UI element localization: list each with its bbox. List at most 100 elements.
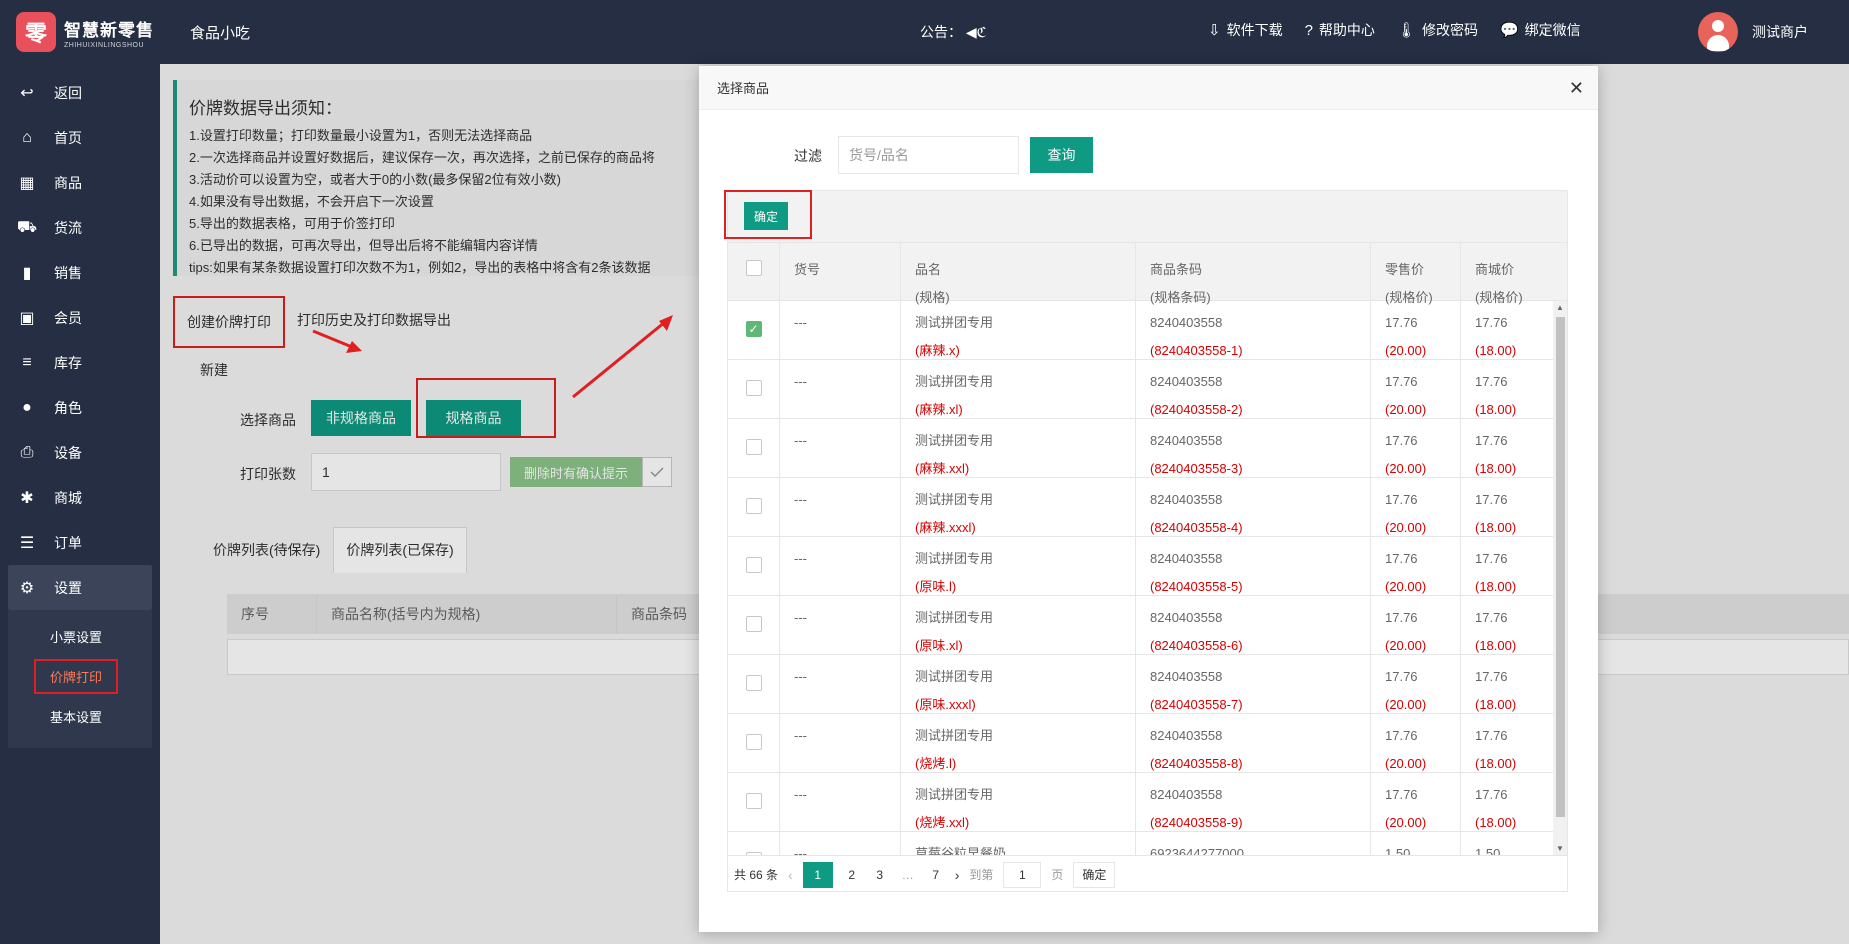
thermometer-icon: 🌡 — [1396, 22, 1416, 39]
table-row[interactable]: --- 测试拼团专用 (麻辣.xxl) 8240403558 (8240403558-3… — [728, 419, 1567, 478]
table-row[interactable]: --- 测试拼团专用 (烧烤.xxl) 8240403558 (8240403558-9… — [728, 773, 1567, 832]
page-2[interactable]: 2 — [843, 868, 861, 882]
goto-page-input[interactable]: 1 — [1003, 861, 1042, 888]
logo[interactable]: 零 智慧新零售 ZHIHUIXINLINGSHOU — [16, 12, 154, 52]
logo-subtitle: ZHIHUIXINLINGSHOU — [64, 41, 145, 49]
select-goods-modal: 选择商品 ✕ 过滤 货号/品名 查询 确定 货号 品名 (规格) 商品条码 (规格条… — [699, 66, 1598, 932]
sidebar-item-roles[interactable]: ● 角色 — [0, 385, 160, 430]
row-checkbox-cell — [728, 360, 780, 418]
speaker-icon: ◀ℭ — [965, 24, 987, 40]
change-password-link[interactable]: 🌡 修改密码 — [1397, 20, 1478, 40]
cell-name: 草莓谷粒早餐奶 — [901, 832, 1136, 855]
back-icon: ↩ — [20, 84, 34, 102]
scroll-thumb[interactable] — [1556, 317, 1565, 817]
table-row[interactable]: --- 测试拼团专用 (原味.xxxl) 8240403558 (8240403558-… — [728, 655, 1567, 714]
download-link[interactable]: ⇩ 软件下载 — [1208, 20, 1283, 40]
sidebar-item-members[interactable]: ▣ 会员 — [0, 295, 160, 340]
settings-submenu: 小票设置 价牌打印 基本设置 — [8, 610, 152, 748]
table-row[interactable]: --- 草莓谷粒早餐奶 6923644277000 1.50 1.50 — [728, 832, 1567, 855]
cell-name: 测试拼团专用 (原味.xxxl) — [901, 655, 1136, 713]
submenu-receipt-settings[interactable]: 小票设置 — [8, 616, 152, 656]
row-checkbox-cell — [728, 478, 780, 536]
sidebar-item-settings[interactable]: ⚙ 设置 — [8, 565, 152, 610]
scroll-down-icon[interactable]: ▼ — [1556, 844, 1564, 853]
user-menu[interactable]: 测试商户 — [1698, 12, 1808, 52]
home-icon: ⌂ — [22, 128, 32, 146]
table-row[interactable]: --- 测试拼团专用 (原味.l) 8240403558 (8240403558-5) 1… — [728, 537, 1567, 596]
sidebar-item-back[interactable]: ↩ 返回 — [0, 70, 160, 115]
bind-wechat-label: 绑定微信 — [1524, 22, 1581, 38]
table-scrollbar[interactable]: ▲ ▼ — [1553, 301, 1567, 855]
sidebar-item-logistics[interactable]: ⛟ 货流 — [0, 205, 160, 250]
sidebar-item-home[interactable]: ⌂ 首页 — [0, 115, 160, 160]
table-row[interactable]: --- 测试拼团专用 (麻辣.xl) 8240403558 (8240403558-2)… — [728, 360, 1567, 419]
table-row[interactable]: --- 测试拼团专用 (原味.xl) 8240403558 (8240403558-6)… — [728, 596, 1567, 655]
modal-title: 选择商品 — [717, 81, 770, 96]
sidebar-item-label: 返回 — [54, 84, 82, 101]
cell-code: --- — [780, 832, 901, 855]
query-button[interactable]: 查询 — [1030, 137, 1093, 173]
submenu-price-tag-print[interactable]: 价牌打印 — [8, 656, 152, 696]
row-checkbox[interactable] — [745, 793, 762, 809]
row-checkbox[interactable] — [745, 439, 762, 455]
row-checkbox[interactable] — [745, 498, 762, 514]
sidebar-item-label: 货流 — [54, 219, 82, 236]
sidebar-item-devices[interactable]: ⎙ 设备 — [0, 430, 160, 475]
cell-mall-price: 17.76 (18.00) — [1475, 433, 1517, 476]
cell-retail-price: 17.76 (20.00) — [1371, 537, 1461, 595]
cell-mall-price: 17.76 (18.00) — [1475, 374, 1517, 417]
table-row[interactable]: --- 测试拼团专用 (麻辣.xxxl) 8240403558 (8240403558-… — [728, 478, 1567, 537]
cell-retail-price: 17.76 (20.00) — [1371, 714, 1461, 772]
row-checkbox[interactable] — [745, 616, 762, 632]
confirm-button[interactable]: 确定 — [744, 202, 788, 230]
help-link[interactable]: ? 帮助中心 — [1305, 20, 1375, 40]
submenu-basic-settings[interactable]: 基本设置 — [8, 696, 152, 736]
filter-input[interactable]: 货号/品名 — [838, 136, 1019, 174]
cell-retail-price: 17.76 (20.00) — [1371, 478, 1461, 536]
cell-barcode: 8240403558 (8240403558-5) — [1136, 537, 1371, 595]
scroll-up-icon[interactable]: ▲ — [1556, 303, 1564, 312]
top-bar: 零 智慧新零售 ZHIHUIXINLINGSHOU 食品小吃 公告： ◀ℭ ⇩ … — [0, 0, 1849, 64]
prev-page-icon[interactable]: ‹ — [788, 867, 793, 883]
download-label: 软件下载 — [1226, 22, 1283, 38]
row-checkbox[interactable] — [745, 380, 762, 396]
cell-name: 测试拼团专用 (麻辣.x) — [901, 301, 1136, 359]
row-checkbox[interactable] — [745, 557, 762, 573]
cell-code: --- — [780, 478, 901, 536]
goto-button[interactable]: 确定 — [1073, 861, 1116, 888]
next-page-icon[interactable]: › — [955, 867, 960, 883]
table-row[interactable]: ✓ --- 测试拼团专用 (麻辣.x) 8240403558 (8240403558-1)… — [728, 301, 1567, 360]
row-checkbox[interactable]: ✓ — [745, 321, 762, 337]
cell-code: --- — [780, 596, 901, 654]
page-7[interactable]: 7 — [927, 868, 945, 882]
bind-wechat-link[interactable]: 💬 绑定微信 — [1500, 20, 1581, 40]
row-checkbox[interactable] — [745, 675, 762, 691]
cell-name: 测试拼团专用 (麻辣.xxxl) — [901, 478, 1136, 536]
page-3[interactable]: 3 — [871, 868, 889, 882]
page-1[interactable]: 1 — [802, 861, 833, 888]
sidebar: ↩ 返回 ⌂ 首页 ▦ 商品 ⛟ 货流 ▮ 销售 ▣ 会员 ≡ 库存 ● 角色 ⎙ 设备 ✱ 商城 … — [0, 64, 160, 944]
header-checkbox-cell — [728, 243, 780, 300]
select-all-checkbox[interactable] — [745, 260, 762, 276]
cell-name: 测试拼团专用 (原味.l) — [901, 537, 1136, 595]
table-row[interactable]: --- 测试拼团专用 (烧烤.l) 8240403558 (8240403558-8) 1… — [728, 714, 1567, 773]
user-icon: ● — [22, 398, 32, 416]
sidebar-item-mall[interactable]: ✱ 商城 — [0, 475, 160, 520]
sidebar-item-orders[interactable]: ☰ 订单 — [0, 520, 160, 565]
download-icon: ⇩ — [1208, 22, 1221, 39]
column-header-barcode: 商品条码 (规格条码) — [1136, 243, 1371, 305]
cell-retail-price: 17.76 (20.00) — [1371, 655, 1461, 713]
total-count: 共 66 条 — [734, 868, 779, 882]
column-header-name: 品名 (规格) — [901, 243, 1136, 305]
row-checkbox[interactable] — [745, 734, 762, 750]
row-checkbox[interactable] — [745, 852, 762, 855]
user-name: 测试商户 — [1752, 24, 1808, 40]
truck-icon: ⛟ — [16, 218, 38, 236]
sidebar-item-label: 设置 — [54, 579, 82, 596]
sidebar-item-sales[interactable]: ▮ 销售 — [0, 250, 160, 295]
close-icon[interactable]: ✕ — [1569, 78, 1584, 99]
sidebar-item-inventory[interactable]: ≡ 库存 — [0, 340, 160, 385]
sidebar-item-goods[interactable]: ▦ 商品 — [0, 160, 160, 205]
shop-name[interactable]: 食品小吃 — [190, 22, 250, 43]
avatar — [1698, 12, 1738, 52]
